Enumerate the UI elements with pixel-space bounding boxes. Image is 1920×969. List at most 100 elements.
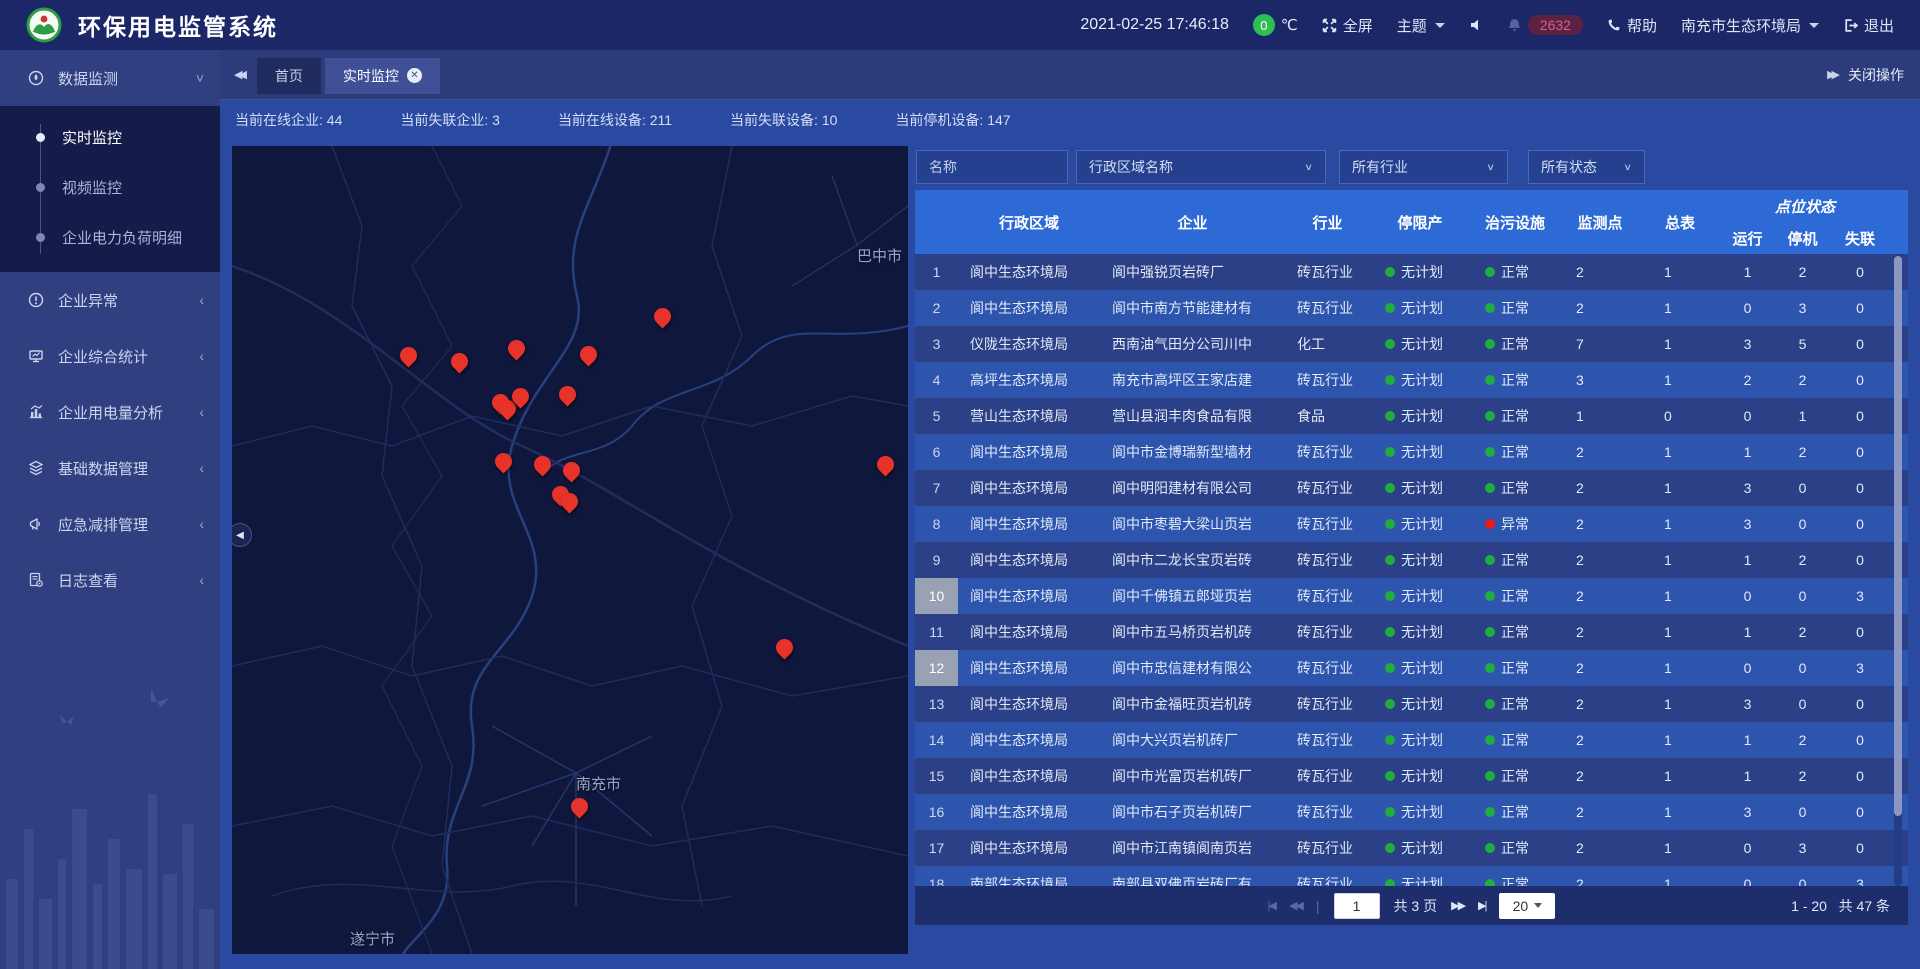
cell-industry: 砖瓦行业 (1285, 802, 1370, 822)
prev-page-button[interactable]: ◀◀ (1289, 899, 1302, 912)
table-row[interactable]: 2阆中生态环境局阆中市南方节能建材有砖瓦行业无计划正常21030 (915, 290, 1908, 326)
status-dot-green-icon (1385, 843, 1395, 853)
first-page-button[interactable]: |◀ (1268, 899, 1275, 912)
notifications[interactable]: 2632 (1507, 15, 1583, 35)
close-operations-button[interactable]: 关闭操作 (1848, 65, 1904, 85)
chevron-left-icon: ‹ (199, 460, 204, 476)
table-row[interactable]: 16阆中生态环境局阆中市石子页岩机砖厂砖瓦行业无计划正常21300 (915, 794, 1908, 830)
sidebar-item-6[interactable]: 应急减排管理‹ (0, 496, 220, 552)
table-row[interactable]: 15阆中生态环境局阆中市光富页岩机砖厂砖瓦行业无计划正常21120 (915, 758, 1908, 794)
table-row[interactable]: 12阆中生态环境局阆中市忠信建材有限公砖瓦行业无计划正常21003 (915, 650, 1908, 686)
cell-run: 1 (1720, 444, 1775, 460)
cell-company: 阆中市石子页岩机砖厂 (1100, 802, 1285, 822)
table-row[interactable]: 14阆中生态环境局阆中大兴页岩机砖厂砖瓦行业无计划正常21120 (915, 722, 1908, 758)
tab-close-icon[interactable]: ✕ (407, 68, 422, 83)
stat-label: 当前失联设备: (730, 112, 822, 128)
cell-region: 阆中生态环境局 (958, 442, 1100, 462)
stat-item: 当前在线企业: 44 (235, 110, 342, 130)
map-roads (232, 146, 908, 954)
fullscreen-button[interactable]: 全屏 (1322, 15, 1373, 36)
cell-meters: 1 (1640, 732, 1720, 748)
map-city-label: 遂宁市 (350, 928, 395, 949)
status-filter-dropdown[interactable]: 所有状态 ∨ (1528, 150, 1645, 184)
sidebar-item-1[interactable]: 数据监测˅ (0, 50, 220, 106)
help-button[interactable]: 帮助 (1607, 15, 1657, 36)
table-row[interactable]: 4高坪生态环境局南充市高坪区王家店建砖瓦行业无计划正常31220 (915, 362, 1908, 398)
logout-button[interactable]: 退出 (1843, 15, 1894, 36)
table-row[interactable]: 13阆中生态环境局阆中市金福旺页岩机砖砖瓦行业无计划正常21300 (915, 686, 1908, 722)
cell-stop: 2 (1775, 264, 1830, 280)
cell-run: 0 (1720, 660, 1775, 676)
sidebar-item-4[interactable]: 企业用电量分析‹ (0, 384, 220, 440)
cell-offline: 0 (1830, 408, 1890, 424)
tabs-scroll-left-button[interactable]: ◀◀ (234, 68, 243, 81)
cell-points: 2 (1560, 696, 1640, 712)
cell-points: 2 (1560, 552, 1640, 568)
sidebar-item-7[interactable]: 日志查看‹ (0, 552, 220, 608)
production-status-label: 无计划 (1401, 694, 1443, 714)
table-scrollbar[interactable] (1894, 254, 1902, 886)
page-size-select[interactable]: 20 (1499, 893, 1555, 919)
sidebar-item-3[interactable]: 企业综合统计‹ (0, 328, 220, 384)
cell-industry: 砖瓦行业 (1285, 586, 1370, 606)
table-row[interactable]: 5营山生态环境局营山县润丰肉食品有限食品无计划正常10010 (915, 398, 1908, 434)
facility-status-label: 正常 (1501, 730, 1529, 750)
cell-region: 阆中生态环境局 (958, 550, 1100, 570)
sidebar-subitem[interactable]: 视频监控 (0, 162, 220, 212)
page-number-input[interactable] (1334, 893, 1380, 919)
theme-dropdown[interactable]: 主题 (1397, 15, 1445, 36)
stat-label: 当前停机设备: (895, 112, 987, 128)
sidebar-subitem-label: 实时监控 (62, 127, 122, 148)
table-row[interactable]: 11阆中生态环境局阆中市五马桥页岩机砖砖瓦行业无计划正常21120 (915, 614, 1908, 650)
cell-company: 阆中强锐页岩砖厂 (1100, 262, 1285, 282)
tab-实时监控[interactable]: 实时监控✕ (325, 58, 440, 94)
table-row[interactable]: 8阆中生态环境局阆中市枣碧大梁山页岩砖瓦行业无计划异常21300 (915, 506, 1908, 542)
scrollbar-thumb[interactable] (1894, 256, 1902, 816)
table-row[interactable]: 17阆中生态环境局阆中市江南镇阆南页岩砖瓦行业无计划正常21030 (915, 830, 1908, 866)
cell-stop: 2 (1775, 624, 1830, 640)
sidebar-item-5[interactable]: 基础数据管理‹ (0, 440, 220, 496)
cell-industry: 砖瓦行业 (1285, 766, 1370, 786)
org-dropdown[interactable]: 南充市生态环境局 (1681, 15, 1819, 36)
row-index: 3 (915, 326, 958, 362)
column-header-region: 行政区域 (958, 190, 1100, 254)
sidebar-subitem[interactable]: 企业电力负荷明细 (0, 212, 220, 262)
tabs-scroll-right-button[interactable]: ▶▶ (1827, 68, 1836, 81)
table-row[interactable]: 10阆中生态环境局阆中千佛镇五郎垭页岩砖瓦行业无计划正常21003 (915, 578, 1908, 614)
page-size-value: 20 (1513, 898, 1529, 914)
column-header-production: 停限产 (1370, 190, 1470, 254)
table-row[interactable]: 6阆中生态环境局阆中市金博瑞新型墙材砖瓦行业无计划正常21120 (915, 434, 1908, 470)
region-filter-dropdown[interactable]: 行政区域名称 ∨ (1076, 150, 1326, 184)
table-row[interactable]: 9阆中生态环境局阆中市二龙长宝页岩砖砖瓦行业无计划正常21120 (915, 542, 1908, 578)
cell-region: 阆中生态环境局 (958, 658, 1100, 678)
next-page-button[interactable]: ▶▶ (1451, 899, 1464, 912)
cell-stop: 0 (1775, 696, 1830, 712)
cell-meters: 1 (1640, 588, 1720, 604)
cell-stop: 2 (1775, 552, 1830, 568)
industry-filter-dropdown[interactable]: 所有行业 ∨ (1339, 150, 1508, 184)
mute-button[interactable] (1469, 18, 1483, 32)
row-index: 9 (915, 542, 958, 578)
cell-stop: 3 (1775, 300, 1830, 316)
tab-bar: ◀◀ 首页实时监控✕ ▶▶ 关闭操作 (220, 50, 1920, 100)
sidebar-subitem[interactable]: 实时监控 (0, 112, 220, 162)
cell-production: 无计划 (1370, 838, 1470, 858)
table-row[interactable]: 3仪陇生态环境局西南油气田分公司川中化工无计划正常71350 (915, 326, 1908, 362)
facility-status-label: 正常 (1501, 658, 1529, 678)
last-page-button[interactable]: ▶| (1478, 899, 1485, 912)
sidebar-item-2[interactable]: 企业异常‹ (0, 272, 220, 328)
cell-run: 3 (1720, 804, 1775, 820)
status-dot-green-icon (1385, 771, 1395, 781)
status-dot-green-icon (1385, 555, 1395, 565)
cell-offline: 0 (1830, 516, 1890, 532)
table-row[interactable]: 7阆中生态环境局阆中明阳建材有限公司砖瓦行业无计划正常21300 (915, 470, 1908, 506)
table-row[interactable]: 1阆中生态环境局阆中强锐页岩砖厂砖瓦行业无计划正常21120 (915, 254, 1908, 290)
tab-首页[interactable]: 首页 (257, 58, 321, 94)
cell-company: 南充市高坪区王家店建 (1100, 370, 1285, 390)
table-row[interactable]: 18南部生态环境局南部县双佛页岩砖厂有砖瓦行业无计划正常21003 (915, 866, 1908, 886)
name-filter[interactable] (916, 150, 1068, 184)
name-filter-input[interactable] (929, 159, 1055, 175)
bullet-dot-icon (36, 183, 45, 192)
cell-production: 无计划 (1370, 694, 1470, 714)
map-panel[interactable]: 巴中市南充市遂宁市 ◀ (232, 146, 908, 954)
